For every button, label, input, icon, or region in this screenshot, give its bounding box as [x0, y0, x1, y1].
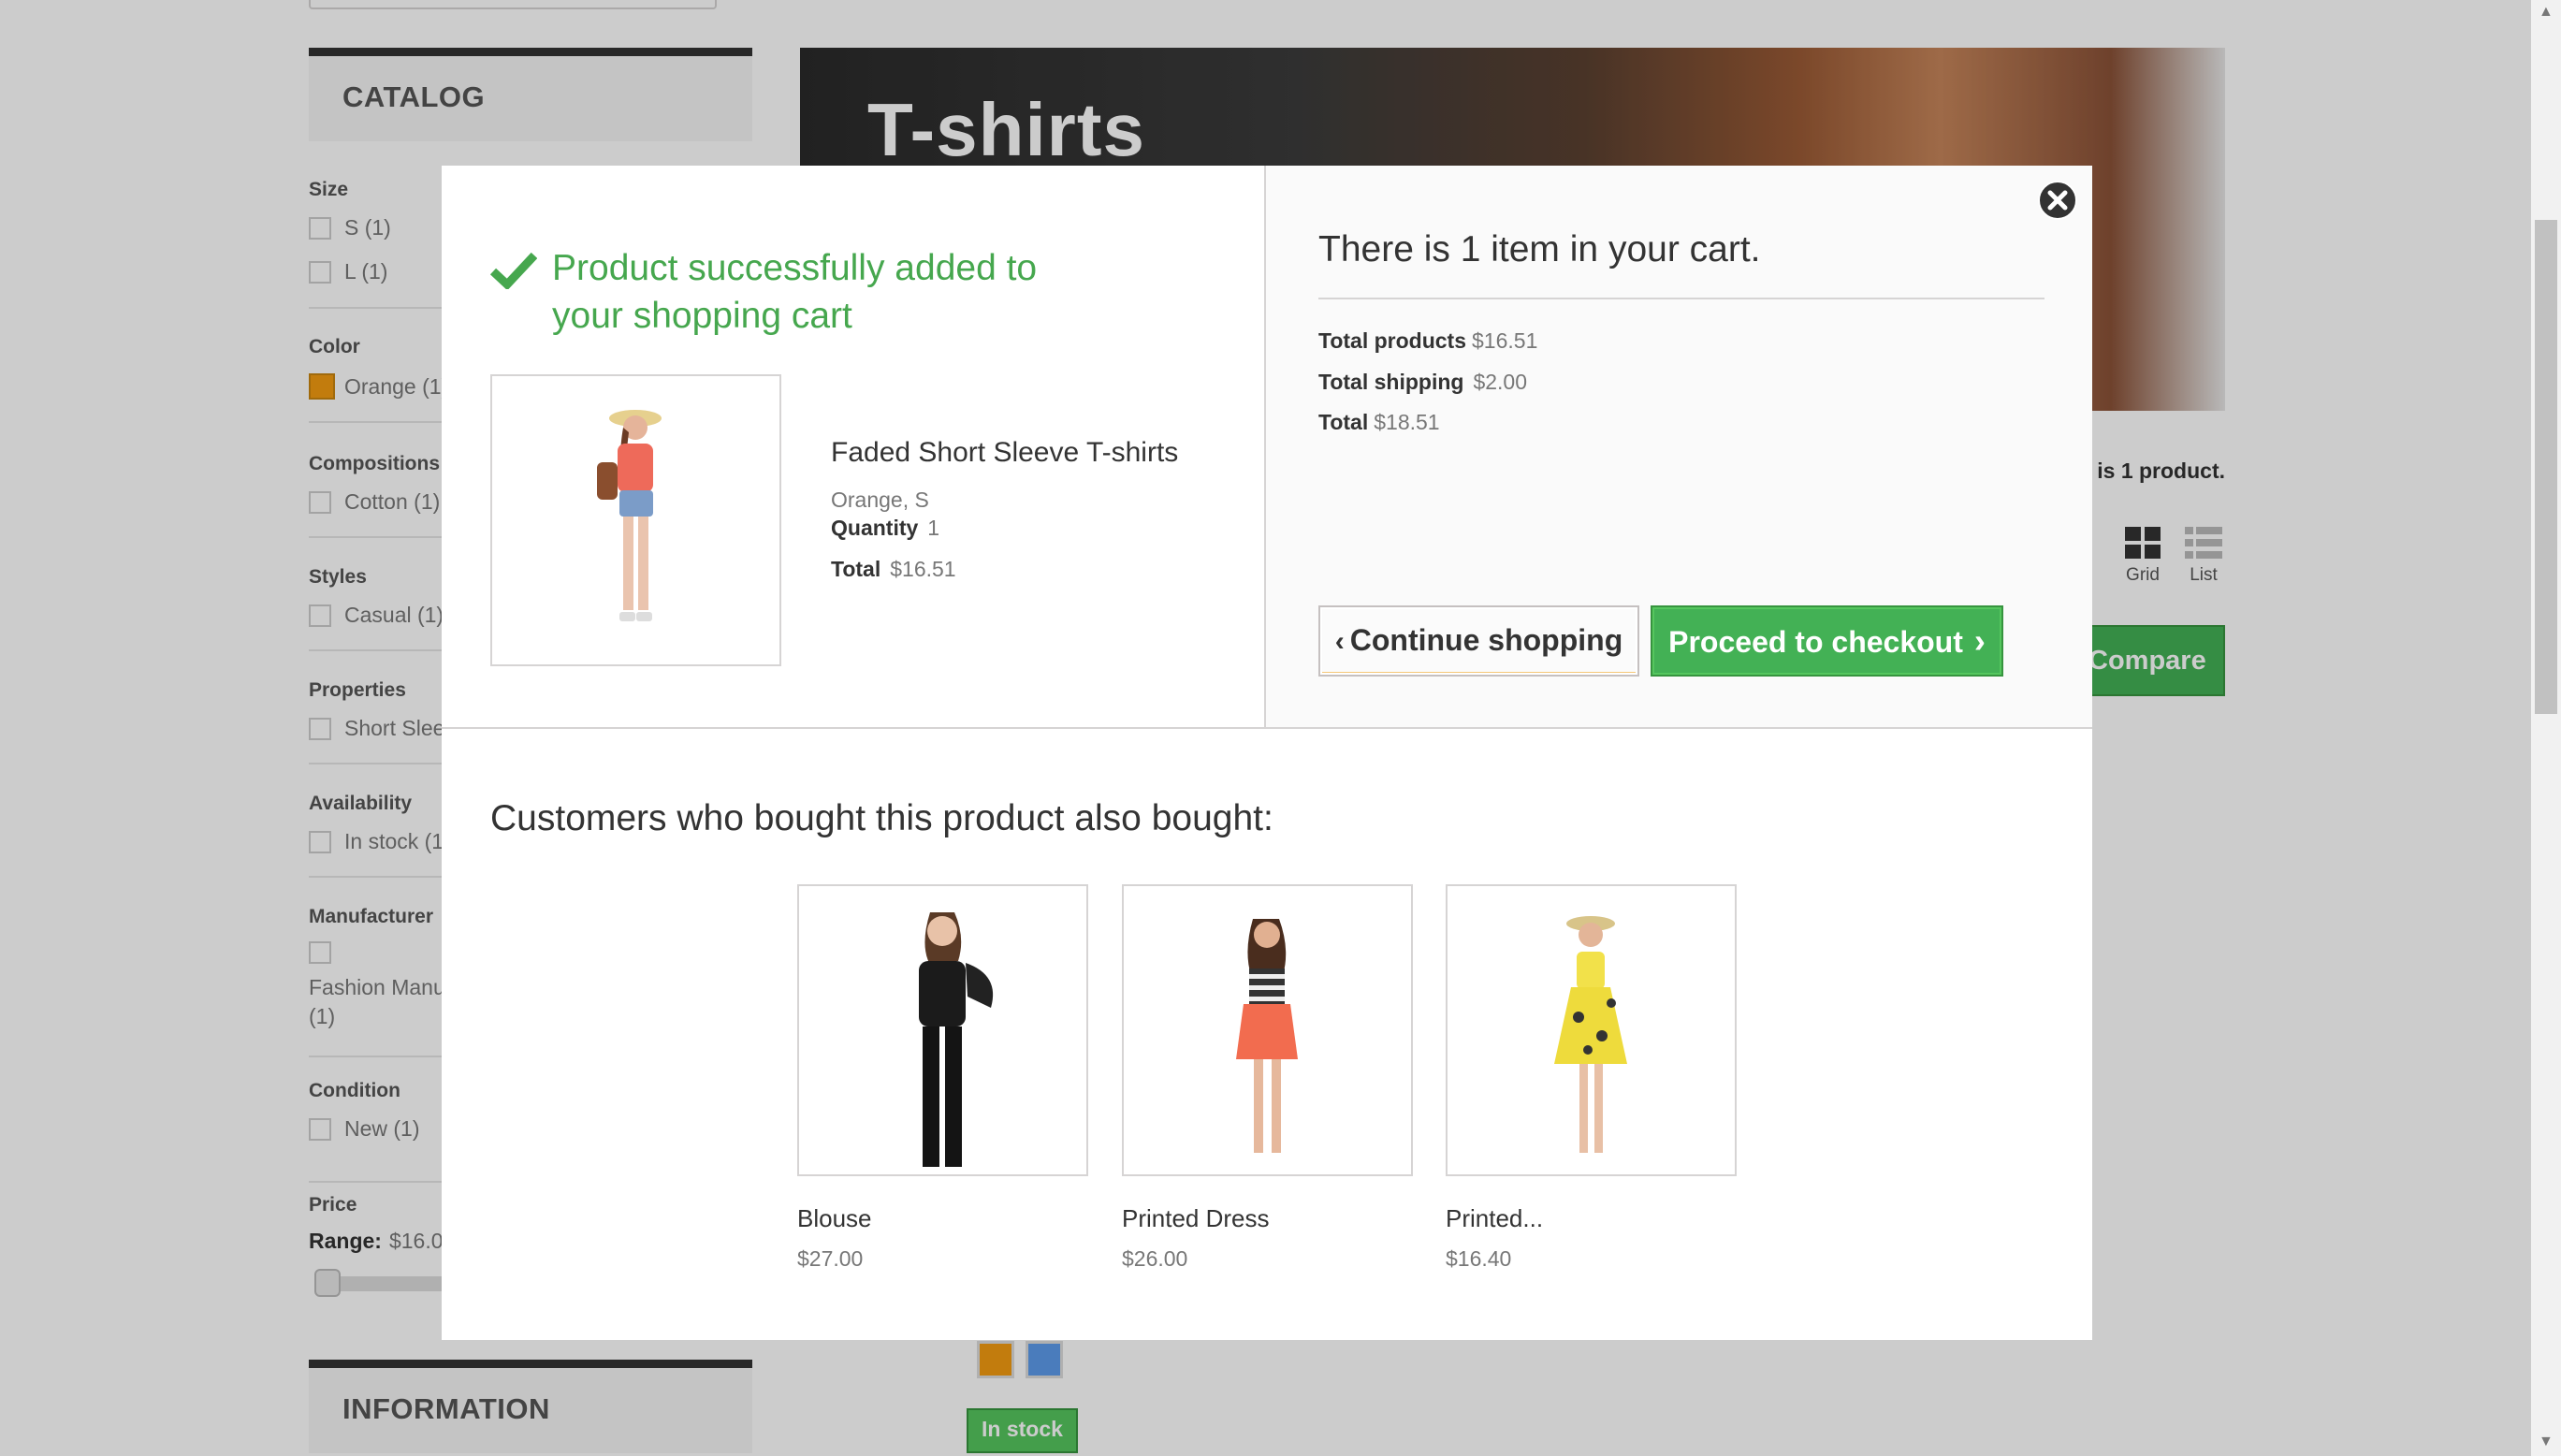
also-bought-image[interactable]: [1446, 884, 1737, 1176]
chevron-right-icon: ›: [1973, 621, 1986, 660]
also-bought-price: $16.40: [1446, 1246, 1512, 1271]
also-bought-name[interactable]: Printed...: [1446, 1204, 1737, 1233]
scrollbar-track[interactable]: [2531, 0, 2561, 1456]
proceed-to-checkout-button[interactable]: Proceed to checkout ›: [1651, 605, 2003, 677]
product-image: [490, 374, 781, 666]
cart-total-products: Total products $16.51: [1318, 328, 1538, 353]
product-attributes: Orange, S: [831, 488, 929, 512]
success-message: Product successfully added to your shopp…: [552, 248, 1038, 336]
cart-summary-title: There is 1 item in your cart.: [1318, 229, 1761, 269]
divider: [1318, 298, 2044, 299]
cart-total: Total $18.51: [1318, 410, 1440, 434]
divider: [442, 727, 2092, 729]
product-name: Faded Short Sleeve T-shirts: [831, 437, 1179, 468]
also-bought-item[interactable]: Printed Dress $26.00: [1122, 884, 1413, 1272]
cart-total-shipping: Total shipping $2.00: [1318, 370, 1528, 394]
add-to-cart-modal: Product successfully added to your shopp…: [442, 166, 2092, 1340]
also-bought-price: $26.00: [1122, 1246, 1188, 1271]
also-bought-image[interactable]: [797, 884, 1088, 1176]
also-bought-image[interactable]: [1122, 884, 1413, 1176]
checkmark-icon: [490, 252, 537, 289]
checkout-label: Proceed to checkout: [1668, 625, 1963, 659]
also-bought-item[interactable]: Blouse $27.00: [797, 884, 1088, 1272]
also-bought-name[interactable]: Blouse: [797, 1204, 1088, 1233]
continue-shopping-button[interactable]: ‹ Continue shopping: [1318, 605, 1639, 677]
scrollbar-thumb[interactable]: [2535, 220, 2557, 714]
continue-shopping-label: Continue shopping: [1349, 623, 1623, 657]
close-icon[interactable]: [2037, 180, 2078, 221]
also-bought-name[interactable]: Printed Dress: [1122, 1204, 1413, 1233]
scroll-up-arrow-icon[interactable]: ▲: [2539, 4, 2554, 21]
also-bought-item[interactable]: Printed... $16.40: [1446, 884, 1737, 1272]
also-bought-title: Customers who bought this product also b…: [490, 798, 1273, 838]
product-quantity: Quantity 1: [831, 516, 940, 540]
scroll-down-arrow-icon[interactable]: ▼: [2539, 1434, 2554, 1450]
also-bought-price: $27.00: [797, 1246, 864, 1271]
product-total: Total $16.51: [831, 557, 956, 581]
chevron-left-icon: ‹: [1334, 626, 1345, 657]
